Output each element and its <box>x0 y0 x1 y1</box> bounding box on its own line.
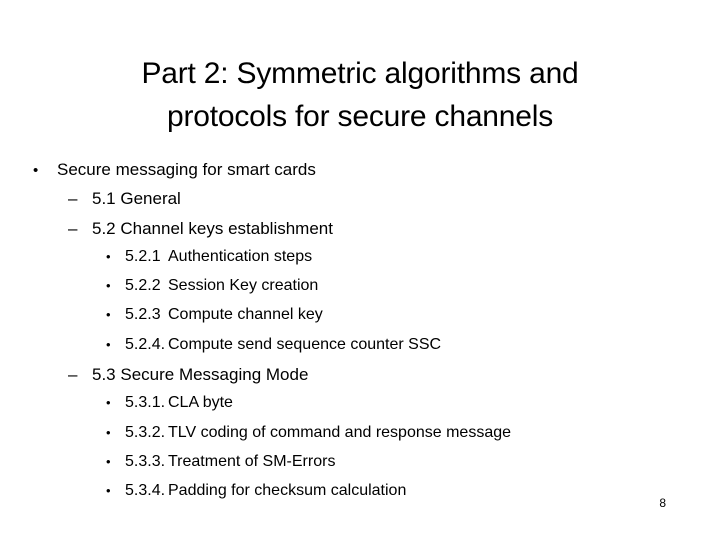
outline-item-label: 5.3.1. CLA byte <box>125 394 233 412</box>
outline-item-level3: • 5.3.2. TLV coding of command and respons… <box>0 424 720 453</box>
slide-page-number: 8 <box>659 496 666 510</box>
outline-item-text: Compute channel key <box>168 306 323 324</box>
bullet-marker-icon: • <box>106 483 111 499</box>
dash-marker-icon: – <box>68 365 78 385</box>
bullet-marker-icon: • <box>106 336 111 352</box>
outline-item-label: 5.1 General <box>92 189 181 209</box>
bullet-marker-icon: • <box>106 395 111 411</box>
outline-item-label: Secure messaging for smart cards <box>57 160 316 179</box>
outline-item-text: TLV coding of command and response messa… <box>168 423 512 441</box>
outline-item-level2: –5.1 General <box>0 189 720 218</box>
outline-item-label: 5.2.1 Authentication steps <box>125 248 312 266</box>
outline-item-number: 5.2.2 <box>125 277 161 295</box>
bullet-marker-icon: • <box>106 307 111 323</box>
presentation-slide: Part 2: Symmetric algorithms and protoco… <box>0 0 720 540</box>
outline-item-text: CLA byte <box>168 394 233 412</box>
outline-item-level3: • 5.2.1 Authentication steps <box>0 248 720 277</box>
outline-item-label: 5.2.3 Compute channel key <box>125 306 323 324</box>
bullet-marker-icon: • <box>106 453 111 469</box>
outline-item-label: 5.3.4. Padding for checksum calculation <box>125 482 406 500</box>
outline-item-label: 5.3.3. Treatment of SM-Errors <box>125 453 335 471</box>
outline-item-level3: • 5.3.3. Treatment of SM-Errors <box>0 453 720 482</box>
bullet-marker-icon: • <box>106 424 111 440</box>
outline-item-label: 5.2.2 Session Key creation <box>125 277 318 295</box>
bullet-marker-icon: • <box>33 162 39 179</box>
slide-body-outline: • Secure messaging for smart cards –5.1 Ge… <box>0 160 720 512</box>
outline-item-number: 5.3.3. <box>125 452 166 470</box>
outline-item-level2: –5.3 Secure Messaging Mode <box>0 365 720 394</box>
outline-item-number: 5.3.4. <box>125 482 166 500</box>
outline-item-text: Treatment of SM-Errors <box>168 452 336 470</box>
outline-item-label: 5.3 Secure Messaging Mode <box>92 365 309 385</box>
outline-item-level3: • 5.2.2 Session Key creation <box>0 277 720 306</box>
outline-item-text: Session Key creation <box>168 277 319 295</box>
outline-item-number: 5.2.3 <box>125 306 161 324</box>
slide-title: Part 2: Symmetric algorithms and protoco… <box>141 57 579 133</box>
bullet-marker-icon: • <box>106 278 111 294</box>
outline-item-text: Compute send sequence counter SSC <box>168 335 442 353</box>
outline-item-label: 5.2.4. Compute send sequence counter SSC <box>125 336 441 354</box>
dash-marker-icon: – <box>68 189 78 209</box>
outline-item-text: Authentication steps <box>168 247 313 265</box>
outline-item-number: 5.3.2. <box>125 423 166 441</box>
outline-item-level3: • 5.3.4. Padding for checksum calculation <box>0 482 720 511</box>
outline-item-label: 5.3.2. TLV coding of command and response… <box>125 424 511 442</box>
bullet-marker-icon: • <box>106 248 111 264</box>
outline-item-text: Padding for checksum calculation <box>168 482 407 500</box>
outline-item-label: 5.2 Channel keys establishment <box>92 218 333 238</box>
outline-item-level3: • 5.2.3 Compute channel key <box>0 306 720 335</box>
outline-item-number: 5.2.1 <box>125 247 161 265</box>
outline-item-level1: • Secure messaging for smart cards <box>0 160 720 189</box>
outline-item-number: 5.2.4. <box>125 335 166 353</box>
dash-marker-icon: – <box>68 218 78 238</box>
outline-item-level2: –5.2 Channel keys establishment <box>0 219 720 248</box>
outline-item-level3: • 5.2.4. Compute send sequence counter SSC <box>0 336 720 365</box>
outline-item-number: 5.3.1. <box>125 394 166 412</box>
outline-item-level3: • 5.3.1. CLA byte <box>0 394 720 423</box>
